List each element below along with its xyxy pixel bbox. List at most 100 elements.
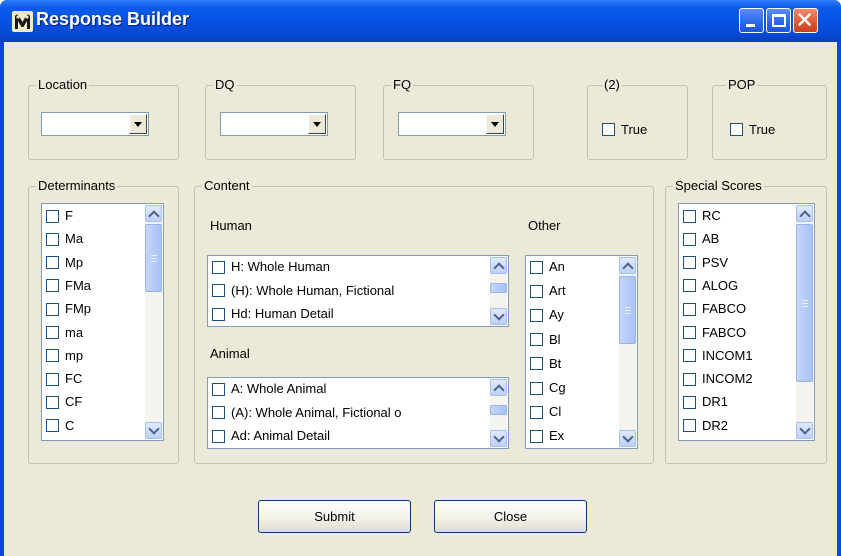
special-scores-listbox[interactable]: DR2 DR1 INCOM2 INCOM1 FABCO FABCO ALOG PSV AB RC <box>678 203 815 441</box>
determinants-listbox[interactable]: C CF FC mp ma FMp FMa Mp Ma F <box>41 203 164 441</box>
pair-true-checkbox[interactable]: True <box>602 122 647 137</box>
determinant-item-checkbox[interactable] <box>46 279 59 293</box>
determinant-item[interactable]: ma <box>46 323 83 343</box>
scroll-down-icon[interactable] <box>796 422 813 439</box>
human-content-item[interactable]: H: Whole Human <box>212 257 330 277</box>
scroll-thumb[interactable] <box>619 276 636 344</box>
determinant-item[interactable]: C <box>46 416 74 436</box>
special-score-item[interactable]: FABCO <box>683 299 746 319</box>
determinant-item-checkbox[interactable] <box>46 302 59 316</box>
dq-combo[interactable] <box>220 112 328 136</box>
pop-true-checkbox[interactable]: True <box>730 122 775 137</box>
animal-content-item[interactable]: A: Whole Animal <box>212 379 326 399</box>
animal-content-item[interactable]: (A): Whole Animal, Fictional o <box>212 403 402 423</box>
special-score-item[interactable]: INCOM2 <box>683 369 753 389</box>
special-score-item-checkbox[interactable] <box>683 372 696 386</box>
other-content-item[interactable]: Bl <box>530 330 561 350</box>
scroll-up-icon[interactable] <box>145 205 162 222</box>
determinant-item-checkbox[interactable] <box>46 349 59 363</box>
other-content-item[interactable]: Bt <box>530 354 561 374</box>
determinant-item-checkbox[interactable] <box>46 372 59 386</box>
other-content-item[interactable]: Cl <box>530 402 561 422</box>
other-listbox[interactable]: Ex Cl Cg Bt Bl Ay Art An <box>525 255 638 449</box>
determinants-scrollbar[interactable] <box>145 205 162 439</box>
close-window-button[interactable] <box>793 8 818 33</box>
other-content-item-checkbox[interactable] <box>530 357 543 371</box>
other-content-item-checkbox[interactable] <box>530 260 543 274</box>
dq-dropdown-arrow-icon[interactable] <box>308 114 326 134</box>
special-score-item-checkbox[interactable] <box>683 256 696 270</box>
determinant-item[interactable]: FMp <box>46 299 91 319</box>
determinant-item[interactable]: mp <box>46 346 83 366</box>
other-scrollbar[interactable] <box>619 257 636 447</box>
special-score-item[interactable]: PSV <box>683 253 728 273</box>
maximize-button[interactable] <box>766 8 791 33</box>
scroll-thumb[interactable] <box>145 224 162 292</box>
animal-listbox[interactable]: Ad: Animal Detail (A): Whole Animal, Fict… <box>207 377 509 449</box>
scroll-thumb[interactable] <box>796 224 813 382</box>
scroll-down-icon[interactable] <box>490 430 507 447</box>
human-scrollbar[interactable] <box>490 257 507 325</box>
other-content-item[interactable]: Ay <box>530 305 564 325</box>
location-combo[interactable] <box>41 112 149 136</box>
special-score-item-checkbox[interactable] <box>683 395 696 409</box>
scroll-down-icon[interactable] <box>619 430 636 447</box>
special-score-item-checkbox[interactable] <box>683 349 696 363</box>
other-content-item-checkbox[interactable] <box>530 308 543 322</box>
determinant-item[interactable]: FC <box>46 369 82 389</box>
special-score-item-checkbox[interactable] <box>683 232 696 246</box>
minimize-button[interactable] <box>739 8 764 33</box>
special-score-item-checkbox[interactable] <box>683 209 696 223</box>
human-listbox[interactable]: Hd: Human Detail (H): Whole Human, Fictio… <box>207 255 509 327</box>
scroll-up-icon[interactable] <box>796 205 813 222</box>
pair-checkbox-box[interactable] <box>602 123 615 136</box>
animal-content-item-checkbox[interactable] <box>212 382 225 396</box>
human-content-item-checkbox[interactable] <box>212 260 225 274</box>
determinant-item-checkbox[interactable] <box>46 232 59 246</box>
special-score-item[interactable]: DR1 <box>683 392 728 412</box>
fq-combo[interactable] <box>398 112 506 136</box>
other-content-item-checkbox[interactable] <box>530 284 543 298</box>
special-score-item-checkbox[interactable] <box>683 419 696 433</box>
other-content-item-checkbox[interactable] <box>530 333 543 347</box>
scroll-up-icon[interactable] <box>490 379 507 396</box>
animal-scrollbar[interactable] <box>490 379 507 447</box>
determinant-item-checkbox[interactable] <box>46 209 59 223</box>
other-content-item[interactable]: Cg <box>530 378 566 398</box>
other-content-item-checkbox[interactable] <box>530 405 543 419</box>
scroll-up-icon[interactable] <box>490 257 507 274</box>
other-content-item[interactable]: Art <box>530 281 566 301</box>
scroll-down-icon[interactable] <box>490 308 507 325</box>
special-score-item-checkbox[interactable] <box>683 302 696 316</box>
animal-content-item-checkbox[interactable] <box>212 429 225 443</box>
special-score-item[interactable]: RC <box>683 206 721 226</box>
determinant-item-checkbox[interactable] <box>46 395 59 409</box>
human-content-item-checkbox[interactable] <box>212 307 225 321</box>
determinant-item[interactable]: F <box>46 206 73 226</box>
scroll-thumb[interactable] <box>490 283 507 293</box>
other-content-item[interactable]: Ex <box>530 426 564 446</box>
close-button[interactable]: Close <box>434 500 587 533</box>
animal-content-item[interactable]: Ad: Animal Detail <box>212 426 330 446</box>
determinant-item-checkbox[interactable] <box>46 256 59 270</box>
scroll-down-icon[interactable] <box>145 422 162 439</box>
animal-content-item-checkbox[interactable] <box>212 406 225 419</box>
scroll-thumb[interactable] <box>490 405 507 415</box>
determinant-item-checkbox[interactable] <box>46 326 59 339</box>
special-score-item-checkbox[interactable] <box>683 279 696 293</box>
human-content-item-checkbox[interactable] <box>212 284 225 297</box>
determinant-item-checkbox[interactable] <box>46 419 59 433</box>
special-score-item[interactable]: INCOM1 <box>683 346 753 366</box>
determinant-item[interactable]: CF <box>46 392 82 412</box>
submit-button[interactable]: Submit <box>258 500 411 533</box>
other-content-item-checkbox[interactable] <box>530 381 543 395</box>
other-content-item-checkbox[interactable] <box>530 429 543 443</box>
human-content-item[interactable]: (H): Whole Human, Fictional <box>212 281 394 301</box>
special-score-item[interactable]: AB <box>683 229 719 249</box>
pop-checkbox-box[interactable] <box>730 123 743 136</box>
title-bar[interactable]: Response Builder <box>0 0 841 42</box>
special-score-item[interactable]: ALOG <box>683 276 738 296</box>
scroll-up-icon[interactable] <box>619 257 636 274</box>
other-content-item[interactable]: An <box>530 257 565 277</box>
determinant-item[interactable]: Ma <box>46 229 83 249</box>
